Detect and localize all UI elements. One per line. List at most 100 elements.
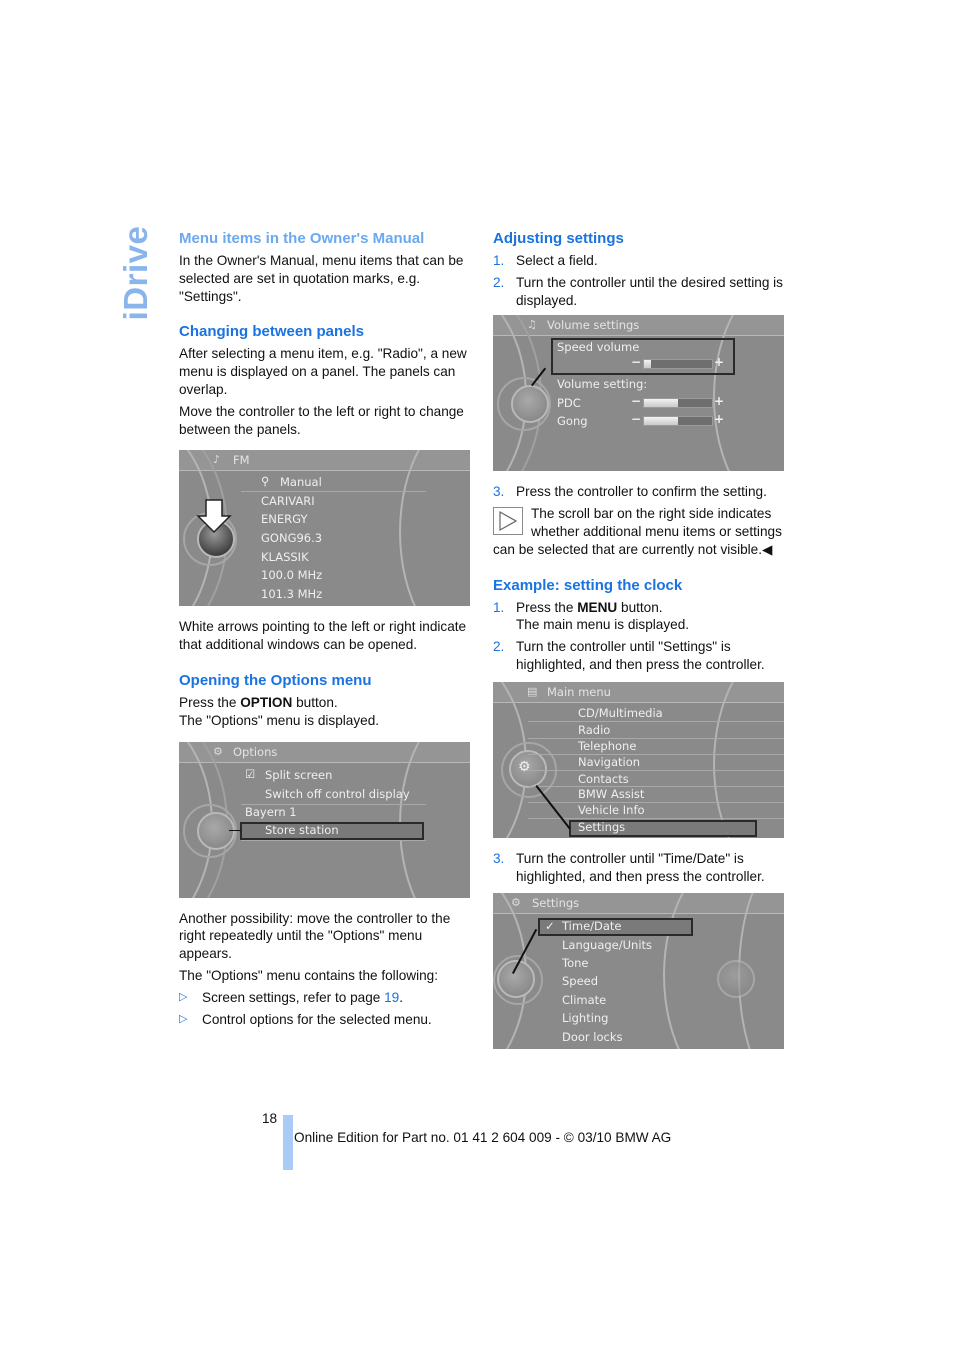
separator: [528, 769, 784, 771]
step-item: 1. Select a field.: [493, 252, 785, 270]
station-item: KLASSIK: [261, 550, 309, 565]
volume-screen-image: ♫ Volume settings Speed volume − + Volum…: [493, 315, 784, 472]
separator: [528, 801, 784, 803]
heading-changing-panels: Changing between panels: [179, 323, 365, 341]
step-text: Press the MENU button. The main menu is d…: [516, 599, 785, 635]
note-text: The scroll bar on the right side indicat…: [493, 506, 782, 557]
setting-label: Gong: [557, 414, 588, 429]
option-group: Bayern 1: [245, 804, 297, 819]
options-screen-image: ⚙ Options ☑ Split screen Switch off cont…: [179, 741, 470, 898]
right-arc: [713, 681, 784, 838]
paragraph: The "Options" menu contains the followin…: [179, 967, 439, 983]
note: The scroll bar on the right side indicat…: [493, 505, 785, 558]
menu-item: Door locks: [562, 1030, 623, 1045]
bullet-arrow-icon: ▷: [179, 1012, 188, 1025]
step-item: 2. Turn the controller until "Settings" …: [493, 638, 785, 674]
gear-icon: ⚙: [511, 896, 521, 910]
fm-screen-image: ♪ FM ⚲ Manual CARIVARI ENERGY GONG96.3 K…: [179, 450, 470, 607]
checkbox-icon: ☑: [245, 766, 256, 781]
menu-item: Contacts: [578, 771, 629, 786]
setting-label: Speed volume: [557, 340, 640, 355]
step-item: 3. Press the controller to confirm the s…: [493, 483, 785, 501]
end-mark-icon: ◀: [762, 541, 773, 557]
station-item: CARIVARI: [261, 494, 315, 509]
slider-fill: [644, 399, 678, 408]
list-item: ▷ Control options for the selected menu.: [179, 1011, 471, 1029]
arrow-down-icon: [196, 499, 232, 534]
heading-setting-clock: Example: setting the clock: [493, 576, 683, 594]
separator: [528, 785, 784, 787]
menu-item-search: Manual: [280, 475, 322, 490]
menu-item: CD/Multimedia: [578, 705, 663, 720]
screen-title: Volume settings: [547, 318, 640, 333]
step-text: Turn the controller until "Settings" is …: [516, 639, 765, 672]
steps-list: 3. Turn the controller until "Time/Date"…: [493, 850, 785, 886]
list-item: ▷ Screen settings, refer to page 19.: [179, 989, 471, 1007]
paragraph: Another possibility: move the controller…: [179, 910, 451, 962]
pointer-line: [535, 784, 571, 830]
setting-label: PDC: [557, 396, 581, 411]
step-number: 3.: [493, 484, 505, 500]
heading-adjusting-settings: Adjusting settings: [493, 230, 624, 247]
menu-item: Radio: [578, 722, 611, 737]
screen-title: FM: [233, 453, 250, 468]
separator: [528, 720, 784, 722]
note-icon: [493, 507, 523, 536]
menu-item: Tone: [562, 956, 589, 971]
paragraph: Move the controller to the left or right…: [179, 403, 464, 437]
menu-item: Navigation: [578, 754, 641, 769]
right-column: Adjusting settings 1. Select a field. 2.…: [493, 229, 785, 1050]
button-name: MENU: [577, 599, 618, 615]
page-link[interactable]: 19: [384, 990, 399, 1005]
step-item: 1. Press the MENU button. The main menu i…: [493, 599, 785, 635]
section-tab: iDrive: [116, 226, 156, 321]
check-icon: ✓: [545, 919, 555, 934]
step-number: 1.: [493, 599, 505, 615]
step-text: Press the controller to confirm the sett…: [516, 484, 767, 500]
separator: [528, 753, 784, 755]
separator: [528, 737, 784, 739]
settings-screen-image: ⚙ Settings ✓ Time/Date Language/Units To…: [493, 893, 784, 1050]
paragraph: In the Owner's Manual, menu items that c…: [179, 253, 464, 304]
paragraph: White arrows pointing to the left or rig…: [179, 619, 467, 653]
gong-slider: [643, 416, 713, 427]
footer-bar: [283, 1115, 293, 1170]
separator: [241, 491, 426, 493]
steps-list: 1. Press the MENU button. The main menu i…: [493, 599, 785, 674]
step-text: Turn the controller until the desired se…: [516, 274, 783, 308]
minus-icon: −: [631, 412, 642, 427]
list-item-text: Control options for the selected menu.: [202, 1011, 432, 1027]
menu-icon: ▤: [527, 684, 538, 698]
paragraph: After selecting a menu item, e.g. "Radio…: [179, 346, 467, 397]
step-item: 2. Turn the controller until the desired…: [493, 274, 785, 310]
menu-item: Telephone: [578, 738, 637, 753]
text: Press the: [179, 694, 241, 710]
menu-item: BMW Assist: [578, 786, 645, 801]
step-text: Turn the controller until "Time/Date" is…: [516, 850, 765, 884]
page-number: 18: [262, 1111, 278, 1126]
main-menu-screen-image: ▤ Main menu ⚙ CD/Multimedia Radio Teleph…: [493, 681, 784, 838]
option-item: Switch off control display: [265, 786, 410, 801]
step-number: 3.: [493, 850, 505, 866]
steps-list: 1. Select a field. 2. Turn the controlle…: [493, 252, 785, 309]
minus-icon: −: [631, 394, 642, 409]
station-item: ENERGY: [261, 512, 308, 527]
separator: [241, 839, 426, 841]
station-item: 101.3 MHz: [261, 587, 323, 602]
text: Press the: [516, 599, 578, 615]
screen-title: Settings: [532, 896, 580, 911]
menu-item: Lighting: [562, 1011, 609, 1026]
menu-item-selected: Time/Date: [562, 919, 622, 934]
plus-icon: +: [714, 394, 725, 409]
text: Screen settings, refer to page: [202, 989, 385, 1005]
left-column: Menu items in the Owner's Manual In the …: [179, 229, 471, 1032]
right-arc: [399, 741, 470, 898]
heading-menu-items: Menu items in the Owner's Manual: [179, 230, 425, 247]
option-item-selected: Store station: [265, 822, 339, 837]
menu-item: Speed: [562, 974, 599, 989]
text: button.: [292, 694, 338, 710]
button-name: OPTION: [240, 694, 293, 710]
option-item: Split screen: [265, 767, 333, 782]
right-arc: [399, 450, 470, 607]
menu-item: Climate: [562, 993, 607, 1008]
